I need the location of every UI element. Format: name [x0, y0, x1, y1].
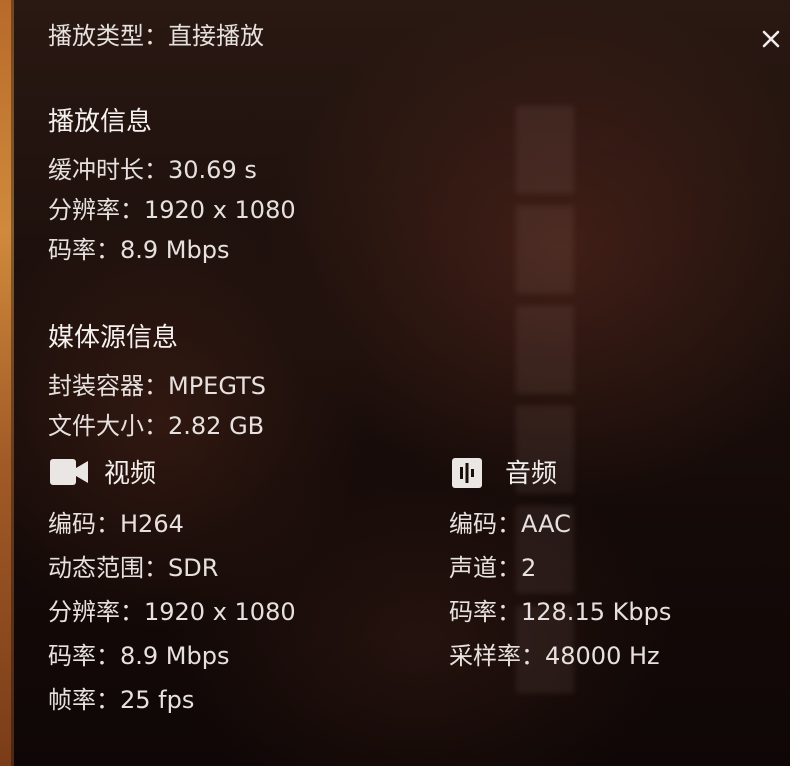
file-size-row: 文件大小：2.82 GB	[48, 411, 264, 441]
row-value: 8.9 Mbps	[120, 236, 230, 264]
close-button[interactable]	[756, 24, 786, 54]
row-value: H264	[120, 510, 184, 538]
row-label: 文件大小：	[48, 412, 168, 440]
row-value: 48000 Hz	[545, 642, 660, 670]
row-label: 码率：	[449, 598, 521, 626]
audio-codec-row: 编码：AAC	[449, 509, 571, 539]
video-heading: 视频	[104, 459, 157, 489]
row-value: 2.82 GB	[168, 412, 265, 440]
row-label: 缓冲时长：	[48, 156, 168, 184]
playback-type-value: 直接播放	[168, 22, 264, 50]
video-resolution-row: 分辨率：1920 x 1080	[48, 597, 296, 627]
row-label: 分辨率：	[48, 196, 144, 224]
row-label: 动态范围：	[48, 554, 168, 582]
bitrate-row: 码率：8.9 Mbps	[48, 235, 229, 265]
audio-heading: 音频	[505, 459, 558, 489]
video-framerate-row: 帧率：25 fps	[48, 685, 194, 715]
row-value: MPEGTS	[168, 372, 266, 400]
video-camera-icon	[50, 459, 88, 485]
audio-bitrate-row: 码率：128.15 Kbps	[449, 597, 671, 627]
row-value: 25 fps	[120, 686, 195, 714]
row-label: 码率：	[48, 236, 120, 264]
row-label: 帧率：	[48, 686, 120, 714]
row-label: 分辨率：	[48, 598, 144, 626]
audio-sample-rate-row: 采样率：48000 Hz	[449, 641, 660, 671]
row-value: SDR	[168, 554, 219, 582]
resolution-row: 分辨率：1920 x 1080	[48, 195, 296, 225]
playback-type-label: 播放类型：	[48, 22, 168, 50]
video-frame-edge	[0, 0, 14, 766]
row-value: 128.15 Kbps	[521, 598, 672, 626]
video-bitrate-row: 码率：8.9 Mbps	[48, 641, 229, 671]
media-source-heading: 媒体源信息	[48, 323, 179, 353]
row-label: 编码：	[449, 510, 521, 538]
row-label: 码率：	[48, 642, 120, 670]
row-label: 封装容器：	[48, 372, 168, 400]
playback-info-heading: 播放信息	[48, 107, 153, 137]
playback-info-overlay: █ █ █ █ █ █ 播放类型：直接播放 播放信息 缓冲时长：30.69 s 分辨率：1…	[0, 0, 790, 766]
row-value: 1920 x 1080	[144, 598, 296, 626]
row-value: 8.9 Mbps	[120, 642, 230, 670]
row-value: 1920 x 1080	[144, 196, 296, 224]
row-value: 30.69 s	[168, 156, 257, 184]
row-label: 编码：	[48, 510, 120, 538]
row-value: AAC	[521, 510, 571, 538]
container-row: 封装容器：MPEGTS	[48, 371, 266, 401]
video-codec-row: 编码：H264	[48, 509, 184, 539]
row-label: 声道：	[449, 554, 521, 582]
audio-channels-row: 声道：2	[449, 553, 536, 583]
video-dynamic-range-row: 动态范围：SDR	[48, 553, 218, 583]
audio-waveform-icon	[452, 458, 482, 488]
playback-type-row: 播放类型：直接播放	[48, 21, 264, 51]
buffer-duration-row: 缓冲时长：30.69 s	[48, 155, 257, 185]
row-value: 2	[521, 554, 537, 582]
row-label: 采样率：	[449, 642, 545, 670]
close-icon	[762, 30, 780, 48]
